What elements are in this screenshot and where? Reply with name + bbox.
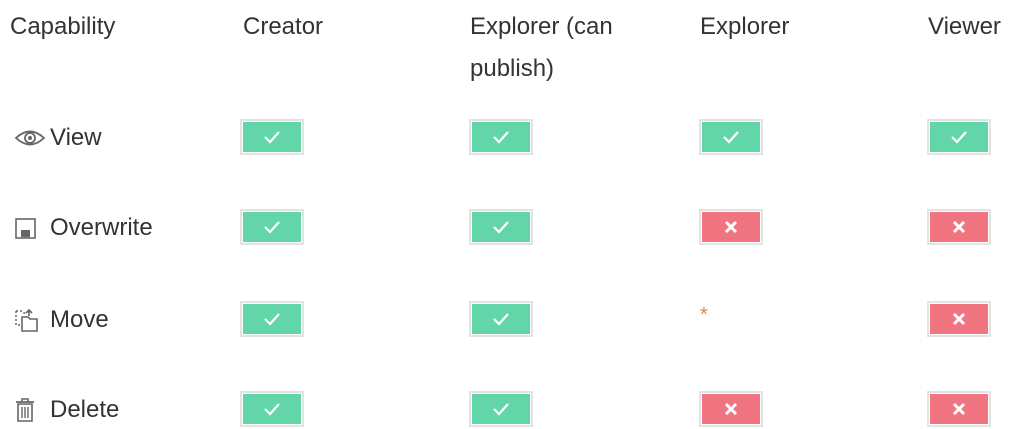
allowed-badge-move-explorer-can-publish: [469, 301, 533, 337]
check-icon: [950, 130, 968, 144]
row-label-text: Move: [50, 306, 109, 333]
eye-icon: [14, 126, 50, 150]
footnote-asterisk-move-explorer: *: [700, 304, 708, 326]
cross-icon: [952, 312, 966, 326]
allowed-badge-delete-creator: [240, 391, 304, 427]
header-explorer: Explorer: [700, 13, 790, 40]
allowed-badge-view-viewer: [927, 119, 991, 155]
row-label-overwrite: Overwrite: [14, 211, 153, 245]
header-capability: Capability: [10, 13, 116, 40]
check-icon: [492, 402, 510, 416]
row-label-move: Move: [14, 303, 109, 337]
denied-badge-overwrite-viewer: [927, 209, 991, 245]
check-icon: [263, 312, 281, 326]
check-icon: [492, 312, 510, 326]
check-icon: [263, 220, 281, 234]
header-explorer-can-publish: Explorer (can publish): [470, 13, 613, 82]
header-creator: Creator: [243, 13, 324, 40]
row-label-text: Overwrite: [50, 214, 153, 241]
allowed-badge-overwrite-explorer-can-publish: [469, 209, 533, 245]
denied-badge-delete-explorer: [699, 391, 763, 427]
allowed-badge-move-creator: [240, 301, 304, 337]
allowed-badge-view-creator: [240, 119, 304, 155]
move-folder-icon: [14, 308, 50, 332]
allowed-badge-overwrite-creator: [240, 209, 304, 245]
check-icon: [263, 402, 281, 416]
row-label-text: View: [50, 124, 102, 151]
denied-badge-overwrite-explorer: [699, 209, 763, 245]
allowed-badge-view-explorer: [699, 119, 763, 155]
check-icon: [263, 130, 281, 144]
save-disk-icon: [14, 216, 50, 240]
cross-icon: [952, 220, 966, 234]
allowed-badge-view-explorer-can-publish: [469, 119, 533, 155]
cross-icon: [724, 402, 738, 416]
header-viewer: Viewer: [928, 13, 1001, 40]
row-label-view: View: [14, 121, 102, 155]
denied-badge-move-viewer: [927, 301, 991, 337]
cross-icon: [952, 402, 966, 416]
row-label-text: Delete: [50, 396, 120, 423]
cross-icon: [724, 220, 738, 234]
check-icon: [492, 220, 510, 234]
allowed-badge-delete-explorer-can-publish: [469, 391, 533, 427]
trash-icon: [14, 398, 50, 422]
check-icon: [722, 130, 740, 144]
row-label-delete: Delete: [14, 393, 119, 427]
check-icon: [492, 130, 510, 144]
denied-badge-delete-viewer: [927, 391, 991, 427]
